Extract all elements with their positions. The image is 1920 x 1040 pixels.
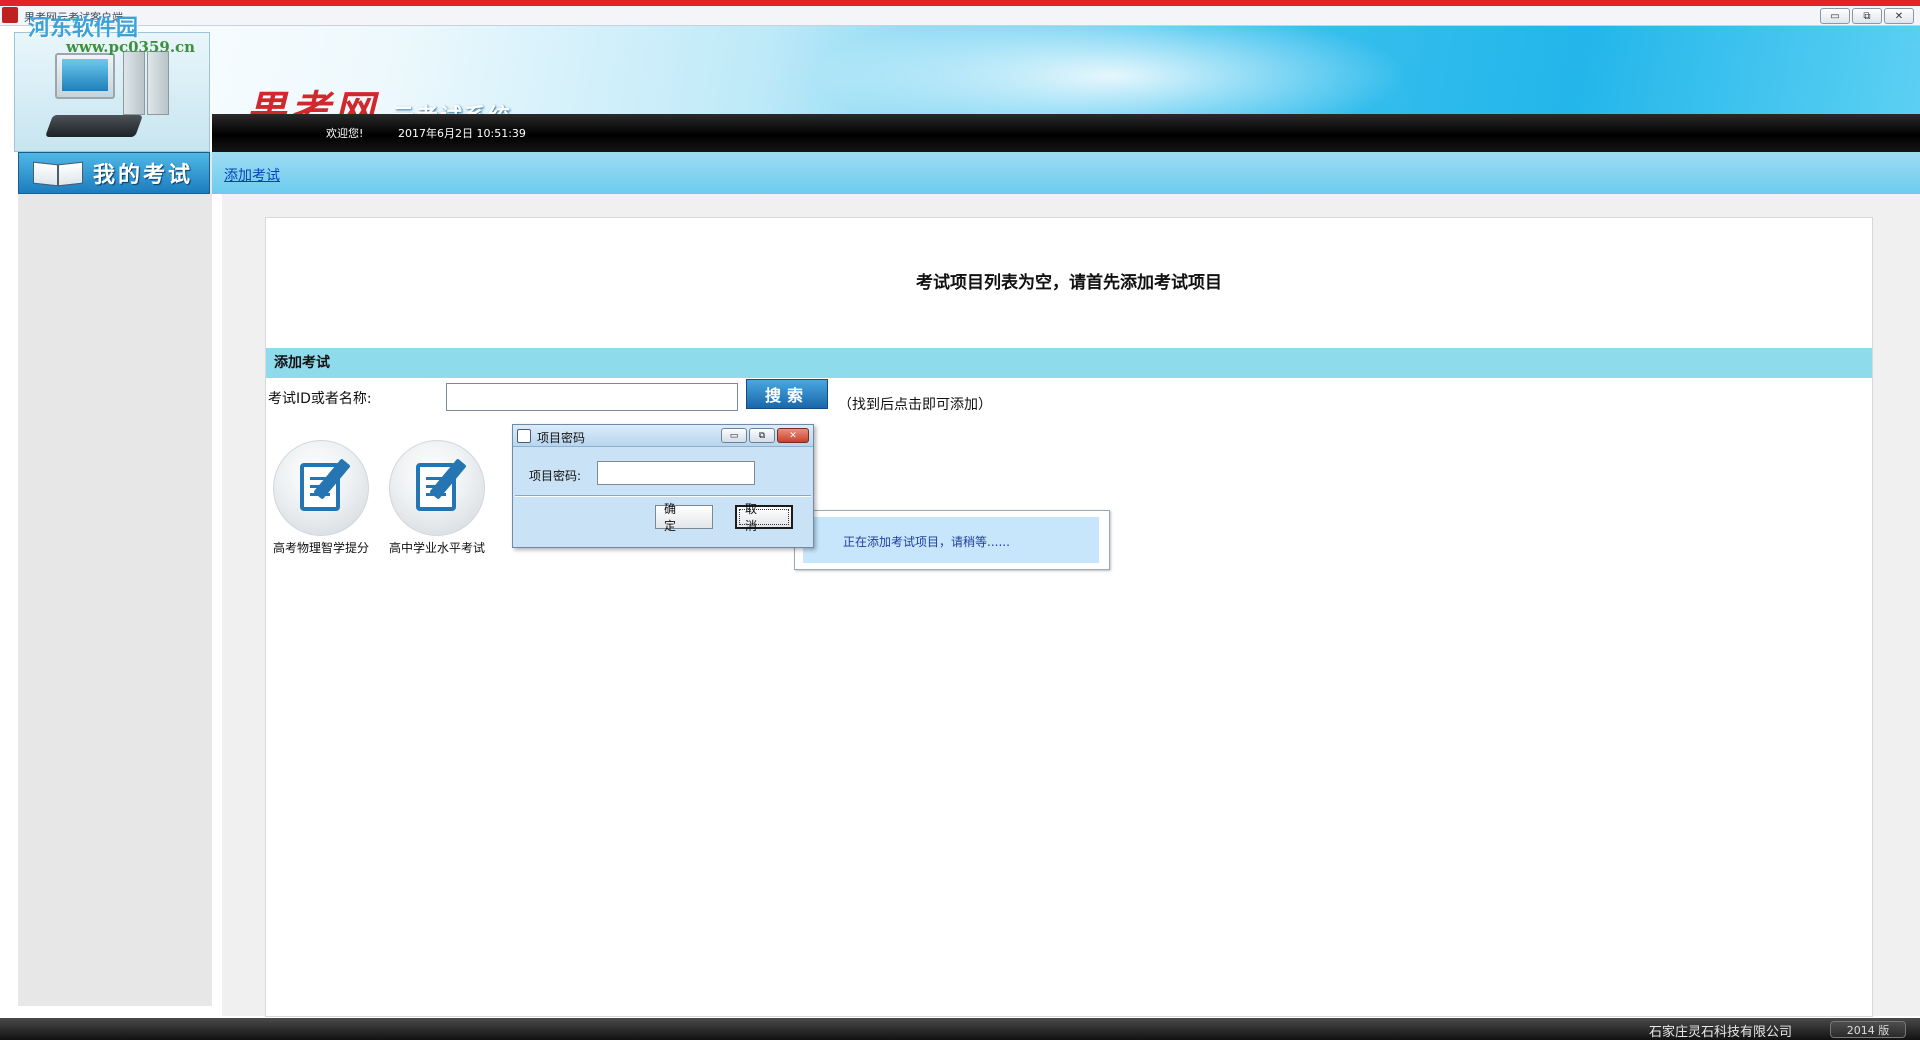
close-button[interactable]: ✕ [1884,8,1914,24]
sub-nav: 添加考试 [212,152,1920,194]
cancel-button[interactable]: 取 消 [735,502,793,533]
brand: 果考网 云考试系统 [246,78,512,114]
content-panel: 考试项目列表为空，请首先添加考试项目 添加考试 考试ID或者名称: 搜索 （找到… [265,217,1873,1017]
restore-button[interactable]: ⧉ [1852,8,1882,24]
app-icon [2,7,18,23]
status-bar: 欢迎您! 2017年6月2日 10:51:39 [212,114,1920,152]
sidebar [18,152,212,1006]
dialog-separator [515,495,811,497]
footer: 石家庄灵石科技有限公司 2014 版 [0,1018,1920,1040]
brand-subtitle: 云考试系统 [392,99,512,114]
watermark-url: www.pc0359.cn [66,38,196,56]
password-input[interactable] [597,461,755,485]
dialog-controls: ▭ ⧉ ✕ [721,428,809,443]
progress-popup: 正在添加考试项目，请稍等...... [794,510,1110,570]
dialog-restore-button[interactable]: ⧉ [749,428,775,443]
binder-icon [147,51,169,115]
version-badge: 2014 版 [1830,1021,1906,1038]
dialog-titlebar[interactable]: 项目密码 ▭ ⧉ ✕ [513,425,813,447]
watermark: 河东软件园 www.pc0359.cn [28,10,195,56]
dialog-close-button[interactable]: ✕ [777,428,809,443]
minimize-button[interactable]: ▭ [1820,8,1850,24]
brand-logo: 果考网 [246,87,378,114]
search-input[interactable] [446,383,738,411]
binder-icon [123,51,145,115]
exam-item[interactable]: 高考物理智学提分 [266,440,376,556]
password-dialog: 项目密码 ▭ ⧉ ✕ 项目密码: 确 定 取 消 [512,424,814,548]
dialog-title: 项目密码 [537,431,586,445]
progress-message: 正在添加考试项目，请稍等...... [843,535,1010,549]
search-label: 考试ID或者名称: [268,391,372,407]
search-button[interactable]: 搜索 [746,379,828,409]
add-exam-link[interactable]: 添加考试 [224,165,280,185]
document-edit-icon [273,440,369,536]
monitor-icon [55,53,115,99]
window-titlebar[interactable]: 果考网云考试客户端 ▭ ⧉ ✕ [0,6,1920,26]
password-label: 项目密码: [529,469,582,483]
exam-item-name: 高中学业水平考试 [388,541,485,555]
search-hint: （找到后点击即可添加） [838,397,992,413]
my-exam-label: 我的考试 [92,163,193,188]
ok-button[interactable]: 确 定 [655,502,713,533]
book-icon [33,161,85,187]
datetime-text: 2017年6月2日 10:51:39 [398,127,526,140]
dialog-body: 项目密码: 确 定 取 消 [515,449,811,545]
window-controls: ▭ ⧉ ✕ [1820,8,1914,24]
company-name: 石家庄灵石科技有限公司 [1648,1025,1792,1040]
header-banner: 果考网 云考试系统 [0,26,1920,114]
banner-swoosh [760,26,1460,114]
dialog-minimize-button[interactable]: ▭ [721,428,747,443]
exam-item-name: 高考物理智学提分 [272,541,369,555]
empty-list-message: 考试项目列表为空，请首先添加考试项目 [916,273,1222,293]
dialog-app-icon [517,429,531,443]
document-edit-icon [389,440,485,536]
exam-item[interactable]: 高中学业水平考试 [382,440,492,556]
my-exam-button[interactable]: 我的考试 [18,152,210,194]
welcome-text: 欢迎您! [326,127,364,140]
section-title: 添加考试 [266,348,1872,378]
keyboard-icon [44,115,144,137]
